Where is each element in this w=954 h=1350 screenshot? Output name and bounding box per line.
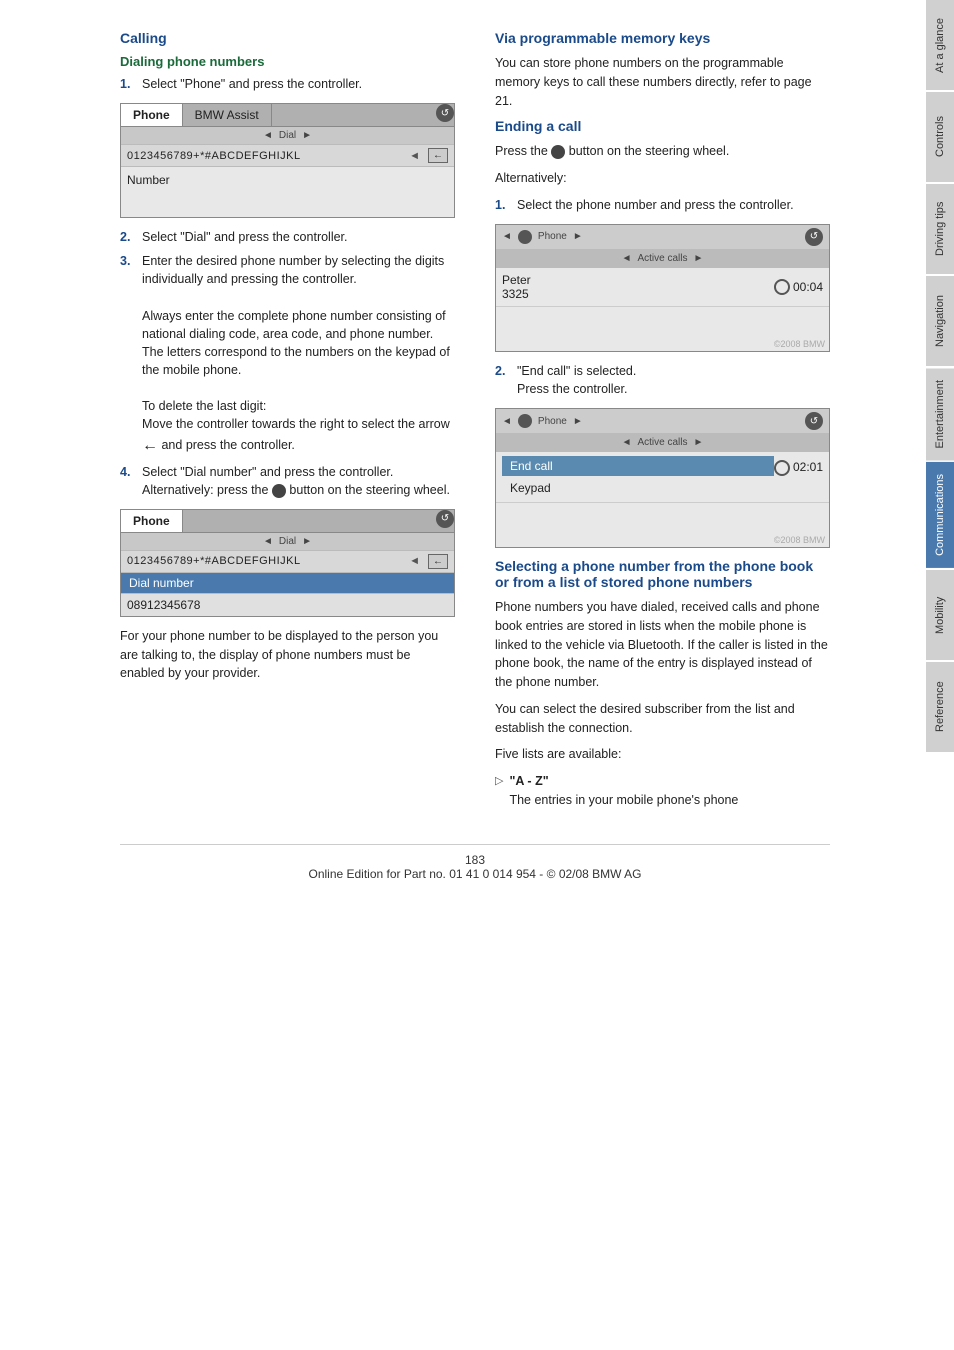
- programmable-para: You can store phone numbers on the progr…: [495, 54, 830, 110]
- ui-mock-2: Phone ↺ ◄ Dial ► 0123456789+*#ABCDEFGHIJ…: [120, 509, 455, 617]
- refresh-icon-4: ↺: [805, 412, 823, 430]
- dial-nav: ◄ Dial ►: [121, 127, 454, 145]
- dial-number-label: Dial number: [121, 573, 454, 594]
- watermark-3: ©2008 BMW: [496, 337, 829, 351]
- phone-icon-circle: [518, 230, 532, 244]
- watermark-4: ©2008 BMW: [496, 533, 829, 547]
- step-2: 2. Select "Dial" and press the controlle…: [120, 228, 455, 246]
- ending-call-para: Press the button on the steering wheel.: [495, 142, 830, 161]
- empty-space-3: [496, 307, 829, 337]
- step-4: 4. Select "Dial number" and press the co…: [120, 463, 455, 499]
- timer-icon-3: [774, 279, 790, 295]
- bmw-assist-tab[interactable]: BMW Assist: [183, 104, 272, 126]
- bullet-az: ▷ "A - Z" The entries in your mobile pho…: [495, 772, 830, 810]
- keypad-option[interactable]: Keypad: [502, 478, 774, 498]
- left-column: Calling Dialing phone numbers 1. Select …: [120, 30, 455, 814]
- via-programmable-title: Via programmable memory keys: [495, 30, 830, 46]
- call-row-peter: Peter 3325 00:04: [496, 268, 829, 307]
- five-lists-label: Five lists are available:: [495, 745, 830, 764]
- sidebar-tab-mobility[interactable]: Mobility: [926, 570, 954, 660]
- end-call-option[interactable]: End call: [502, 456, 774, 476]
- phone-tab[interactable]: Phone: [121, 104, 183, 126]
- active-calls-nav-4: ◄ Active calls ►: [496, 434, 829, 452]
- ui-mock-4: ◄ Phone ► ↺ ◄ Active calls ► End call Ke…: [495, 408, 830, 548]
- ui-mock-1-header: Phone BMW Assist ↺: [121, 104, 454, 127]
- step-3: 3. Enter the desired phone number by sel…: [120, 252, 455, 456]
- sidebar-tabs: At a glance Controls Driving tips Naviga…: [870, 0, 954, 1350]
- calling-title: Calling: [120, 30, 455, 46]
- end-call-options: End call Keypad 02:01: [496, 452, 829, 503]
- ui-mock-2-header: Phone ↺: [121, 510, 454, 533]
- sidebar-tab-at-a-glance[interactable]: At a glance: [926, 0, 954, 90]
- backspace-icon-2[interactable]: ←: [428, 554, 448, 569]
- end-call-step-2: 2. "End call" is selected. Press the con…: [495, 362, 830, 398]
- step-1: 1. Select "Phone" and press the controll…: [120, 75, 455, 93]
- bullet-arrow-icon: ▷: [495, 773, 503, 790]
- sidebar-tab-navigation[interactable]: Navigation: [926, 276, 954, 366]
- dial-nav-2: ◄ Dial ►: [121, 533, 454, 551]
- phone-nav-4: ◄ Phone ► ↺: [496, 409, 829, 434]
- empty-space-4: [496, 503, 829, 533]
- phone-button-icon: [272, 484, 286, 498]
- numrow-2: 0123456789+*#ABCDEFGHIJKL ◄ ←: [121, 551, 454, 573]
- dialing-subtitle: Dialing phone numbers: [120, 54, 455, 69]
- refresh-icon-2: ↺: [436, 510, 454, 528]
- lists-bullet: ▷ "A - Z" The entries in your mobile pho…: [495, 772, 830, 810]
- ending-call-title: Ending a call: [495, 118, 830, 134]
- right-column: Via programmable memory keys You can sto…: [495, 30, 830, 814]
- page-footer: 183 Online Edition for Part no. 01 41 0 …: [120, 844, 830, 881]
- backspace-icon[interactable]: ←: [428, 148, 448, 163]
- phone-number-display: 08912345678: [121, 594, 454, 616]
- sidebar-tab-communications[interactable]: Communications: [926, 462, 954, 568]
- active-calls-nav: ◄ Active calls ►: [496, 250, 829, 268]
- sidebar-tab-reference[interactable]: Reference: [926, 662, 954, 752]
- end-call-step-1: 1. Select the phone number and press the…: [495, 196, 830, 214]
- alternatively-label: Alternatively:: [495, 169, 830, 188]
- phone-icon-circle-4: [518, 414, 532, 428]
- sidebar-tab-driving-tips[interactable]: Driving tips: [926, 184, 954, 274]
- phone-nav-3: ◄ Phone ► ↺: [496, 225, 829, 250]
- phone-tab-2[interactable]: Phone: [121, 510, 183, 532]
- refresh-icon: ↺: [436, 104, 454, 122]
- sidebar-tab-controls[interactable]: Controls: [926, 92, 954, 182]
- footer-paragraph: For your phone number to be displayed to…: [120, 627, 455, 683]
- selecting-para-2: You can select the desired subscriber fr…: [495, 700, 830, 738]
- ui-mock-3: ◄ Phone ► ↺ ◄ Active calls ► Peter 3325: [495, 224, 830, 352]
- number-label: Number: [127, 171, 448, 189]
- ui-mock-1: Phone BMW Assist ↺ ◄ Dial ► 0123456789+*…: [120, 103, 455, 218]
- refresh-icon-3: ↺: [805, 228, 823, 246]
- selecting-para-1: Phone numbers you have dialed, received …: [495, 598, 830, 692]
- ui-mock-1-body: Number: [121, 167, 454, 217]
- timer-icon-4: [774, 460, 790, 476]
- phone-button-icon-2: [551, 145, 565, 159]
- selecting-phone-title: Selecting a phone number from the phone …: [495, 558, 830, 590]
- main-content: Calling Dialing phone numbers 1. Select …: [0, 0, 870, 1350]
- numrow-1: 0123456789+*#ABCDEFGHIJKL ◄ ←: [121, 145, 454, 167]
- sidebar-tab-entertainment[interactable]: Entertainment: [926, 368, 954, 460]
